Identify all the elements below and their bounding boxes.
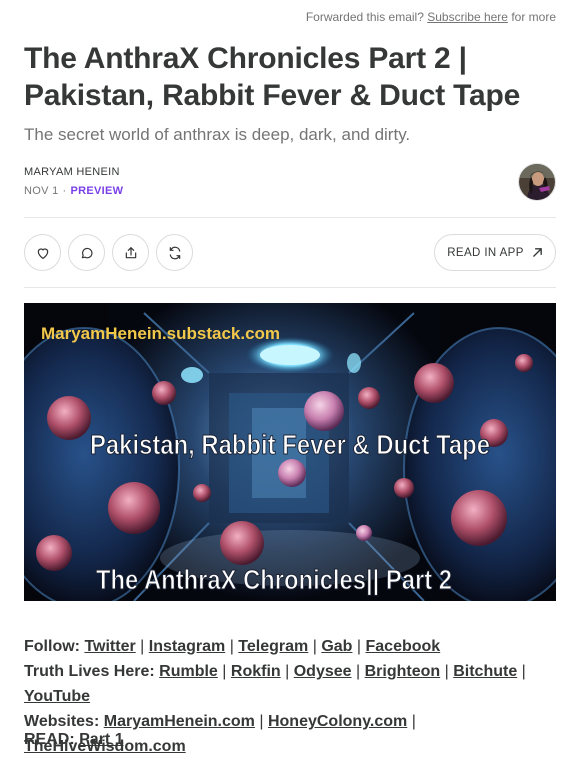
link-youtube[interactable]: YouTube [24,688,90,705]
forward-text: Forwarded this email? [305,10,424,24]
link-separator: | [356,638,362,655]
link-separator: | [222,663,227,680]
link-part-1[interactable]: Part 1 [79,731,123,748]
forward-notice: Forwarded this email? Subscribe here for… [306,10,556,24]
link-instagram[interactable]: Instagram [149,638,225,655]
author-name[interactable]: MARYAM HENEIN [24,166,120,178]
link-rumble[interactable]: Rumble [159,663,218,680]
share-button[interactable] [112,234,149,271]
hero-site-text: MaryamHenein.substack.com [41,324,280,343]
link-odysee[interactable]: Odysee [294,663,352,680]
link-separator: | [259,713,264,730]
hero-image[interactable]: MaryamHenein.substack.com Pakistan, Rabb… [24,303,556,601]
link-telegram[interactable]: Telegram [238,638,308,655]
link-brighteon[interactable]: Brighteon [365,663,441,680]
restack-button[interactable] [156,234,193,271]
link-separator: | [285,663,290,680]
heart-icon [37,247,48,259]
read-line: READ: Part 1 [24,729,124,751]
websites-label: Websites: [24,713,100,730]
truth-label: Truth Lives Here: [24,663,155,680]
link-rokfin[interactable]: Rokfin [231,663,281,680]
subscribe-link[interactable]: Subscribe here [427,10,508,24]
hero-headline: Pakistan, Rabbit Fever & Duct Tape [90,429,490,460]
post-date: NOV 1 [24,185,59,197]
arrow-up-right-icon [532,248,542,257]
meta-separator: · [62,185,67,197]
read-in-app-label: READ IN APP [447,246,524,259]
link-bitchute[interactable]: Bitchute [453,663,517,680]
link-twitter[interactable]: Twitter [84,638,135,655]
post-title[interactable]: The AnthraX Chronicles Part 2 | Pakistan… [24,40,556,114]
comment-icon [81,247,92,258]
for-more-text: for more [511,10,556,24]
divider-bottom [24,287,556,288]
author-avatar[interactable] [518,163,556,201]
link-honeycolony[interactable]: HoneyColony.com [268,713,407,730]
follow-line: Follow: Twitter | Instagram | Telegram |… [24,634,564,659]
read-in-app-button[interactable]: READ IN APP [434,234,556,271]
share-icon [125,246,136,258]
post-subtitle: The secret world of anthrax is deep, dar… [24,125,411,144]
link-separator: | [411,713,416,730]
read-label: READ: [24,731,75,748]
link-separator: | [521,663,526,680]
link-gab[interactable]: Gab [321,638,352,655]
divider-top [24,217,556,218]
link-separator: | [312,638,317,655]
restack-icon [169,246,180,259]
comment-button[interactable] [68,234,105,271]
follow-label: Follow: [24,638,80,655]
post-meta: NOV 1 · PREVIEW [24,185,123,197]
truth-line: Truth Lives Here: Rumble | Rokfin | Odys… [24,659,564,709]
link-separator: | [444,663,449,680]
link-maryamhenein[interactable]: MaryamHenein.com [104,713,255,730]
link-separator: | [356,663,361,680]
hero-series: The AnthraX Chronicles|| Part 2 [96,564,452,595]
like-button[interactable] [24,234,61,271]
link-separator: | [140,638,145,655]
link-separator: | [229,638,234,655]
access-badge: PREVIEW [70,185,124,197]
link-facebook[interactable]: Facebook [366,638,441,655]
